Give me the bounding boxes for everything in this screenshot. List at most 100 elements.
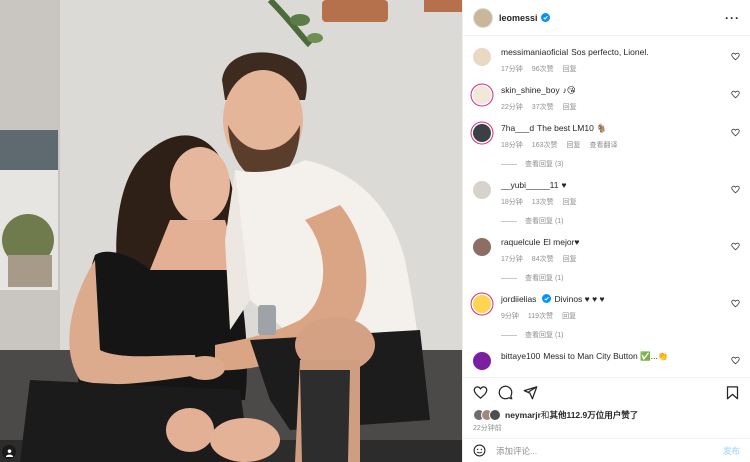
share-icon[interactable]	[523, 385, 538, 400]
commenter-username[interactable]: skin_shine_boy	[501, 85, 560, 95]
comment-text: Sos perfecto, Lionel.	[571, 47, 649, 57]
comment-row: skin_shine_boy ♪😘 22分钟 37次赞 回复	[473, 74, 740, 112]
commenter-avatar[interactable]	[473, 352, 491, 370]
view-replies-button[interactable]: 查看回复 (1)	[501, 216, 740, 226]
emoji-icon[interactable]	[473, 444, 486, 457]
commenter-username[interactable]: 7ha___d	[501, 123, 534, 133]
reply-divider-line	[501, 334, 517, 336]
comment-row: jordiielias Divinos ♥ ♥ ♥ 9分钟 119次赞 回复	[473, 283, 740, 321]
comment-like-count[interactable]: 13次赞	[532, 199, 554, 206]
comment-body: jordiielias Divinos ♥ ♥ ♥ 9分钟 119次赞 回复	[501, 294, 740, 321]
verified-icon	[540, 13, 550, 22]
comment-like-count[interactable]: 37次赞	[532, 104, 554, 111]
comment-like-heart-icon[interactable]	[731, 299, 740, 308]
comment-like-count[interactable]: 163次赞	[532, 142, 558, 149]
comment-meta: 17分钟 96次赞 回复	[501, 64, 740, 74]
likes-summary: neymarjr和其他112.9万位用户赞了	[463, 407, 750, 423]
commenter-avatar[interactable]	[473, 295, 491, 313]
comment-like-count[interactable]: 96次赞	[532, 66, 554, 73]
verified-icon	[542, 294, 552, 303]
comment-like-heart-icon[interactable]	[731, 90, 740, 99]
author-avatar[interactable]	[473, 7, 493, 28]
comment-body: 7ha___d The best LM10 🐐 18分钟 163次赞 回复 查看翻译	[501, 123, 740, 150]
likes-suffix: 赞了	[621, 410, 639, 420]
comment-time: 18分钟	[501, 199, 523, 206]
comment-text-line: __yubi_____11 ♥	[501, 180, 740, 191]
likes-prefix-user[interactable]: neymarjr	[505, 410, 541, 420]
comment-item: __yubi_____11 ♥ 18分钟 13次赞 回复查看回复 (1)	[473, 169, 740, 226]
comment-like-heart-icon[interactable]	[731, 185, 740, 194]
comment-like-heart-icon[interactable]	[731, 128, 740, 137]
comment-text: El mejor♥	[543, 237, 580, 247]
comment-text: ♥	[561, 180, 567, 190]
reply-button[interactable]: 回复	[563, 66, 577, 73]
instagram-post-modal: leomessi ··· messimaniaoficial Sos perfec…	[0, 0, 750, 462]
view-replies-button[interactable]: 查看回复 (3)	[501, 159, 740, 169]
view-replies-button[interactable]: 查看回复 (1)	[501, 330, 740, 340]
reply-button[interactable]: 回复	[566, 142, 580, 149]
comment-like-heart-icon[interactable]	[731, 356, 740, 365]
comment-time: 9分钟	[501, 313, 519, 320]
comment-like-heart-icon[interactable]	[731, 242, 740, 251]
comment-text-line: messimaniaoficial Sos perfecto, Lionel.	[501, 47, 740, 58]
commenter-username[interactable]: bittaye100	[501, 351, 540, 361]
comment-row: messimaniaoficial Sos perfecto, Lionel. 17…	[473, 36, 740, 74]
reply-divider-line	[501, 163, 517, 165]
commenter-username[interactable]: messimaniaoficial	[501, 47, 568, 57]
reply-button[interactable]: 回复	[563, 104, 577, 111]
more-options-icon[interactable]: ···	[725, 11, 740, 25]
comment-body: raquelcule El mejor♥ 17分钟 84次赞 回复	[501, 237, 740, 264]
comment-input[interactable]	[496, 445, 723, 456]
view-replies-label: 查看回复 (1)	[525, 275, 564, 282]
author-username[interactable]: leomessi	[499, 13, 538, 23]
commenter-avatar[interactable]	[473, 238, 491, 256]
commenter-avatar[interactable]	[473, 124, 491, 142]
view-replies-label: 查看回复 (1)	[525, 218, 564, 225]
commenter-username[interactable]: jordiielias	[501, 294, 536, 304]
photo-illustration	[0, 0, 462, 462]
see-translation-button[interactable]: 查看翻译	[589, 142, 617, 149]
commenter-username[interactable]: __yubi_____11	[501, 180, 559, 190]
comment-time: 17分钟	[501, 66, 523, 73]
comment-text: Messi to Man City Button ✅...👏	[543, 351, 669, 361]
post-side-panel: leomessi ··· messimaniaoficial Sos perfec…	[462, 0, 750, 462]
comments-list[interactable]: messimaniaoficial Sos perfecto, Lionel. 17…	[463, 36, 750, 377]
comment-item: jordiielias Divinos ♥ ♥ ♥ 9分钟 119次赞 回复 查看回复 (…	[473, 283, 740, 340]
comment-text-line: 7ha___d The best LM10 🐐	[501, 123, 740, 134]
post-photo[interactable]	[0, 0, 462, 462]
comment-like-count[interactable]: 84次赞	[532, 256, 554, 263]
comment-text-line: skin_shine_boy ♪😘	[501, 85, 740, 96]
reply-button[interactable]: 回复	[563, 199, 577, 206]
post-header: leomessi ···	[463, 0, 750, 36]
view-replies-button[interactable]: 查看回复 (1)	[501, 273, 740, 283]
commenter-avatar[interactable]	[473, 48, 491, 66]
comment-text-line: raquelcule El mejor♥	[501, 237, 740, 248]
post-comment-button[interactable]: 发布	[723, 445, 740, 457]
reply-divider-line	[501, 220, 517, 222]
like-icon[interactable]	[473, 385, 488, 400]
save-bookmark-icon[interactable]	[725, 385, 740, 400]
comment-body: __yubi_____11 ♥ 18分钟 13次赞 回复	[501, 180, 740, 207]
action-bar	[463, 377, 750, 407]
comment-time: 22分钟	[501, 104, 523, 111]
comment-icon[interactable]	[498, 385, 513, 400]
comment-row: 7ha___d The best LM10 🐐 18分钟 163次赞 回复 查看翻译	[473, 112, 740, 150]
commenter-avatar[interactable]	[473, 86, 491, 104]
reply-button[interactable]: 回复	[562, 313, 576, 320]
comment-meta: 9分钟 119次赞 回复	[501, 311, 740, 321]
comment-item: skin_shine_boy ♪😘 22分钟 37次赞 回复	[473, 74, 740, 112]
comment-like-count[interactable]: 119次赞	[528, 313, 553, 320]
comment-time: 18分钟	[501, 142, 523, 149]
comment-like-heart-icon[interactable]	[731, 52, 740, 61]
comment-meta: 18分钟 163次赞 回复 查看翻译	[501, 140, 740, 150]
comment-meta: 17分钟 84次赞 回复	[501, 254, 740, 264]
comment-text: ♪😘	[562, 85, 576, 95]
likes-text[interactable]: neymarjr和其他112.9万位用户赞了	[505, 409, 638, 421]
likes-count[interactable]: 其他112.9万位用户	[549, 410, 621, 420]
commenter-avatar[interactable]	[473, 181, 491, 199]
comment-body: bittaye100 Messi to Man City Button ✅...👏	[501, 351, 740, 370]
commenter-username[interactable]: raquelcule	[501, 237, 540, 247]
user-tag-icon[interactable]	[2, 445, 16, 459]
comment-text-line: bittaye100 Messi to Man City Button ✅...👏	[501, 351, 740, 362]
reply-button[interactable]: 回复	[563, 256, 577, 263]
